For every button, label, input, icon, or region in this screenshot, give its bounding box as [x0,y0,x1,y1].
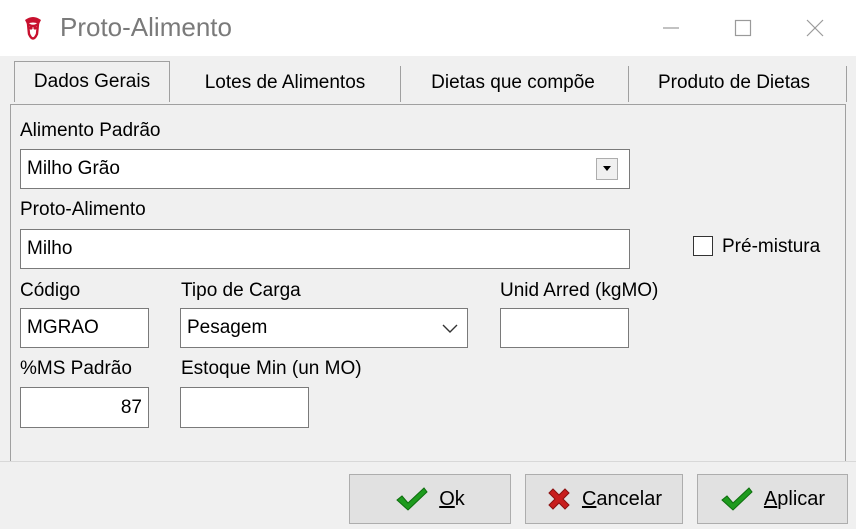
codigo-label: Código [20,280,81,301]
tipo-carga-label: Tipo de Carga [181,280,301,301]
chevron-down-icon[interactable] [442,324,458,334]
tab-separator [628,66,629,102]
title-bar: Proto-Alimento [0,0,856,56]
maximize-icon [734,19,752,37]
pre-mistura-label: Pré-mistura [722,236,821,257]
window-title: Proto-Alimento [60,12,232,42]
ms-padrao-input[interactable]: 87 [20,387,149,428]
tab-produto-de-dietas[interactable]: Produto de Dietas [630,64,838,102]
unid-arred-label: Unid Arred (kgMO) [500,280,659,301]
tipo-carga-select[interactable]: Pesagem [180,308,468,348]
dropdown-arrow-icon [603,166,611,171]
cancel-button-label: Cancelar [581,487,663,510]
app-icon [25,17,41,40]
unid-arred-input[interactable] [500,308,629,348]
apply-button[interactable]: Aplicar [697,474,848,524]
apply-button-label: Aplicar [763,487,826,510]
alimento-padrao-dropdown-button[interactable] [596,158,618,180]
tab-label: Produto de Dietas [657,72,811,93]
alimento-padrao-select[interactable]: Milho Grão [20,149,630,189]
tipo-carga-value: Pesagem [187,317,268,338]
proto-alimento-label: Proto-Alimento [20,199,146,220]
proto-alimento-window: Proto-Alimento Dados Gerais Lotes de Ali… [0,0,856,529]
ok-button-label: Ok [439,487,465,510]
ms-padrao-value: 87 [120,396,142,418]
footer-divider [0,461,856,462]
estoque-min-input[interactable] [180,387,309,428]
codigo-input[interactable]: MGRAO [20,308,149,348]
tab-lotes-de-alimentos[interactable]: Lotes de Alimentos [178,64,392,102]
tab-dietas-que-compoe[interactable]: Dietas que compõe [402,64,624,102]
cancel-x-icon [548,488,570,510]
tab-separator [400,66,401,102]
proto-alimento-value: Milho [27,238,73,259]
proto-alimento-input[interactable]: Milho [20,229,630,269]
pre-mistura-checkbox[interactable] [693,236,713,256]
maximize-button[interactable] [714,0,772,56]
alimento-padrao-value: Milho Grão [27,158,120,179]
minimize-button[interactable] [642,0,700,56]
minimize-icon [663,27,679,29]
close-button[interactable] [786,0,844,56]
alimento-padrao-label: Alimento Padrão [20,120,161,141]
ok-button[interactable]: Ok [349,474,511,524]
codigo-value: MGRAO [27,317,99,338]
tab-label: Dados Gerais [33,71,151,92]
tab-strip: Dados Gerais Lotes de Alimentos Dietas q… [0,56,856,104]
checkmark-icon [396,487,428,511]
tab-label: Lotes de Alimentos [204,72,366,93]
tab-dados-gerais[interactable]: Dados Gerais [14,61,170,102]
estoque-min-label: Estoque Min (un MO) [181,358,362,379]
tab-label: Dietas que compõe [431,72,595,93]
checkmark-icon [721,487,753,511]
cancel-button[interactable]: Cancelar [525,474,683,524]
tab-separator [846,66,847,102]
close-icon [806,19,824,37]
ms-padrao-label: %MS Padrão [20,358,132,379]
